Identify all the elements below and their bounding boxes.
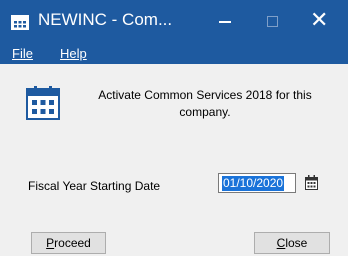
window-title: NEWINC - Com... [38,10,173,29]
proceed-access-key: P [46,236,55,250]
title-bar[interactable]: NEWINC - Com... ✕ [0,0,348,42]
minimize-button[interactable] [204,0,246,42]
close-icon: ✕ [310,7,329,32]
menu-help-label: elp [69,46,87,61]
menu-help-access-key: H [60,46,70,61]
close-access-key: C [276,236,286,250]
date-picker-calendar-icon[interactable] [305,175,318,193]
fiscal-year-date-value: 01/10/2020 [222,176,285,191]
calendar-icon [26,86,60,123]
close-label: lose [285,236,308,250]
menu-file-access-key: F [12,46,20,61]
menu-file[interactable]: File [12,46,33,61]
proceed-button[interactable]: Proceed [31,232,106,254]
minimize-icon [219,21,231,23]
menu-file-label: ile [19,46,33,61]
activation-message: Activate Common Services 2018 for this c… [98,88,312,119]
fiscal-year-label: Fiscal Year Starting Date [28,179,161,193]
close-window-button[interactable]: ✕ [298,0,340,42]
menu-bar: File Help [0,42,348,64]
app-calendar-icon [11,14,29,33]
proceed-label: roceed [54,236,91,250]
fiscal-year-date-field[interactable]: 01/10/2020 [218,173,296,193]
maximize-button[interactable] [251,0,293,42]
maximize-icon [267,16,278,27]
close-button[interactable]: Close [254,232,330,254]
menu-help[interactable]: Help [60,46,87,61]
